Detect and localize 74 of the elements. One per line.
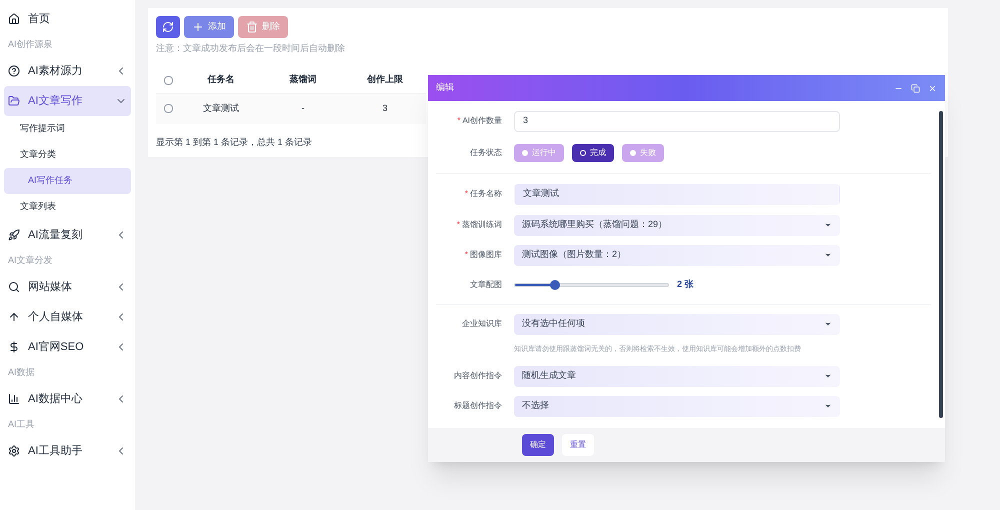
sidebar-item[interactable]: AI文章写作 <box>4 86 131 116</box>
dropdown-caret-icon <box>824 372 832 380</box>
sidebar-item[interactable]: 网站媒体 <box>4 272 131 302</box>
sidebar-item[interactable]: AI流量复刻 <box>4 220 131 250</box>
select-field[interactable]: 不选择 <box>514 396 840 416</box>
close-icon[interactable] <box>928 84 937 92</box>
select-field[interactable]: 随机生成文章 <box>514 366 840 386</box>
field-label: 任务名称 <box>470 189 502 198</box>
dollar-icon <box>8 341 20 353</box>
text-field[interactable]: 3 <box>514 110 840 132</box>
text-field[interactable]: 文章测试 <box>514 184 840 204</box>
required-mark: * <box>456 220 460 229</box>
trash-icon <box>246 21 258 33</box>
submenu-item[interactable]: 写作提示词 <box>4 116 131 142</box>
submenu-item[interactable]: 文章列表 <box>4 194 131 220</box>
field-label: 企业知识库 <box>462 319 502 328</box>
field-label: AI创作数量 <box>462 116 502 125</box>
sidebar-item[interactable]: AI数据中心 <box>4 384 131 414</box>
help-icon <box>8 65 20 77</box>
table-cell: 文章测试 <box>203 102 239 113</box>
bar-chart-icon <box>8 393 20 405</box>
select-field[interactable]: 测试图像（图片数量：2） <box>514 244 840 266</box>
required-mark: * <box>464 250 468 259</box>
restore-icon[interactable] <box>911 84 920 92</box>
table-cell: 3 <box>382 102 388 113</box>
select-field[interactable]: 源码系统哪里购买（蒸馏问题：29） <box>514 214 840 236</box>
column-header: 蒸馏词 <box>290 74 316 84</box>
folder-icon <box>8 95 20 107</box>
sidebar-item[interactable]: 个人自媒体 <box>4 302 131 332</box>
sidebar-item[interactable]: AI素材源力 <box>4 56 131 86</box>
sidebar-item[interactable]: AI工具助手 <box>4 436 131 466</box>
select-field[interactable]: 没有选中任何项 <box>514 314 840 334</box>
checkbox[interactable] <box>164 76 172 84</box>
dialog-title: 编辑 <box>436 81 454 94</box>
field-label: 内容创作指令 <box>454 371 502 380</box>
dropdown-caret-icon <box>824 402 832 410</box>
field-label: 文章配图 <box>470 280 502 289</box>
required-mark: * <box>464 189 468 198</box>
section-heading: AI创作源泉 <box>7 38 54 52</box>
submenu-item[interactable]: 文章分类 <box>4 142 131 168</box>
plus-icon <box>192 21 204 33</box>
section-heading: AI工具 <box>7 418 36 432</box>
scrollbar[interactable] <box>939 111 943 418</box>
field-label: 标题创作指令 <box>454 401 502 410</box>
dropdown-caret-icon <box>824 221 832 229</box>
slider-thumb[interactable] <box>550 280 560 290</box>
radio-option[interactable]: 完成 <box>572 144 614 162</box>
checkbox[interactable] <box>164 104 172 113</box>
reset-button[interactable]: 重置 <box>562 434 594 456</box>
section-heading: AI文章分发 <box>7 254 54 268</box>
search-icon <box>8 281 20 293</box>
column-header: 创作上限 <box>367 74 403 84</box>
dropdown-caret-icon <box>824 251 832 259</box>
refresh-button[interactable] <box>156 16 180 38</box>
field-label: 任务状态 <box>470 148 502 157</box>
refresh-icon <box>162 21 174 33</box>
field-label: 蒸馏训练词 <box>462 220 502 229</box>
slider-value: 2 张 <box>677 278 694 292</box>
field-label: 图像图库 <box>470 250 502 259</box>
pagination-info: 显示第 1 到第 1 条记录，总共 1 条记录 <box>156 136 312 148</box>
required-mark: * <box>457 116 460 125</box>
home-icon <box>8 13 20 25</box>
notice-text: 注意：文章成功发布后会在一段时间后自动删除 <box>156 42 345 55</box>
rocket-icon <box>8 229 20 241</box>
section-heading: AI数据 <box>7 366 36 380</box>
confirm-button[interactable]: 确定 <box>522 434 554 456</box>
submenu-item[interactable]: AI写作任务 <box>4 168 131 194</box>
table-cell: - <box>302 102 304 113</box>
settings-icon <box>8 445 20 457</box>
up-arrow-icon <box>8 311 20 323</box>
sidebar-item[interactable]: AI官网SEO <box>4 332 131 362</box>
column-header: 任务名 <box>208 74 234 84</box>
sidebar-item[interactable]: 首页 <box>4 4 131 34</box>
dropdown-caret-icon <box>824 320 832 328</box>
